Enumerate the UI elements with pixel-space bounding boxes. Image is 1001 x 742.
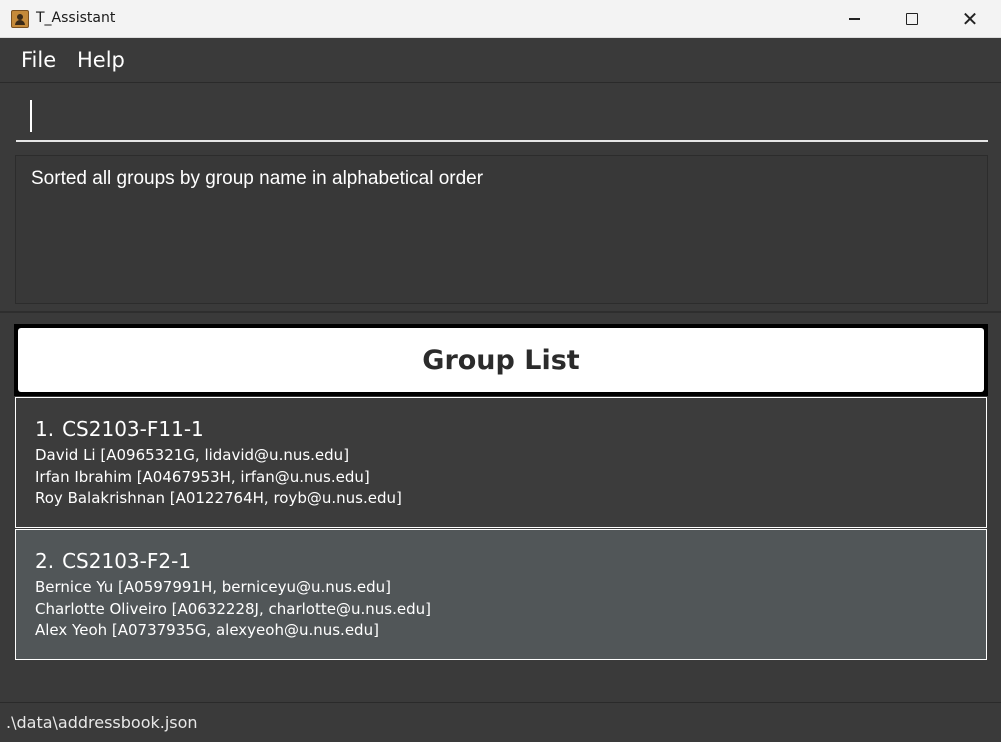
group-member: Roy Balakrishnan [A0122764H, royb@u.nus.… xyxy=(35,489,402,507)
minimize-button[interactable] xyxy=(825,0,883,38)
command-box xyxy=(0,84,1001,148)
result-display[interactable]: Sorted all groups by group name in alpha… xyxy=(15,155,988,304)
menu-bar: File Help xyxy=(0,38,1001,83)
app-person-icon xyxy=(11,10,29,28)
group-name: CS2103-F2-1 xyxy=(62,549,192,573)
group-list-title: Group List xyxy=(422,344,580,376)
title-bar: T_Assistant ✕ xyxy=(0,0,1001,38)
maximize-button[interactable] xyxy=(883,0,941,38)
text-caret xyxy=(30,100,32,132)
group-member: Irfan Ibrahim [A0467953H, irfan@u.nus.ed… xyxy=(35,467,370,486)
group-index: 2. xyxy=(35,549,55,573)
divider xyxy=(0,311,1001,313)
group-title: 2. CS2103-F2-1 xyxy=(35,549,986,574)
group-member: Bernice Yu [A0597991H, berniceyu@u.nus.e… xyxy=(35,578,391,596)
group-member: Charlotte Oliveiro [A0632228J, charlotte… xyxy=(35,599,431,618)
group-list-header: Group List xyxy=(14,324,988,396)
menu-help[interactable]: Help xyxy=(77,48,125,72)
group-member: Alex Yeoh [A0737935G, alexyeoh@u.nus.edu… xyxy=(35,621,379,639)
group-card[interactable]: 1. CS2103-F11-1 David Li [A0965321G, lid… xyxy=(15,397,987,528)
group-index: 1. xyxy=(35,417,55,441)
group-list-panel[interactable]: Group List 1. CS2103-F11-1 David Li [A09… xyxy=(14,324,988,662)
window-title: T_Assistant xyxy=(36,10,116,26)
group-member: David Li [A0965321G, lidavid@u.nus.edu] xyxy=(35,446,350,464)
maximize-icon xyxy=(906,13,918,25)
close-icon: ✕ xyxy=(961,7,979,31)
menu-file[interactable]: File xyxy=(21,48,56,72)
save-location: .\data\addressbook.json xyxy=(6,713,198,732)
group-card-selected[interactable]: 2. CS2103-F2-1 Bernice Yu [A0597991H, be… xyxy=(15,529,987,660)
minimize-icon xyxy=(848,18,860,20)
command-input[interactable] xyxy=(16,94,988,142)
group-name: CS2103-F11-1 xyxy=(62,417,204,441)
result-message: Sorted all groups by group name in alpha… xyxy=(31,168,484,189)
status-bar: .\data\addressbook.json xyxy=(0,702,1001,742)
group-title: 1. CS2103-F11-1 xyxy=(35,417,986,442)
close-button[interactable]: ✕ xyxy=(941,0,999,38)
